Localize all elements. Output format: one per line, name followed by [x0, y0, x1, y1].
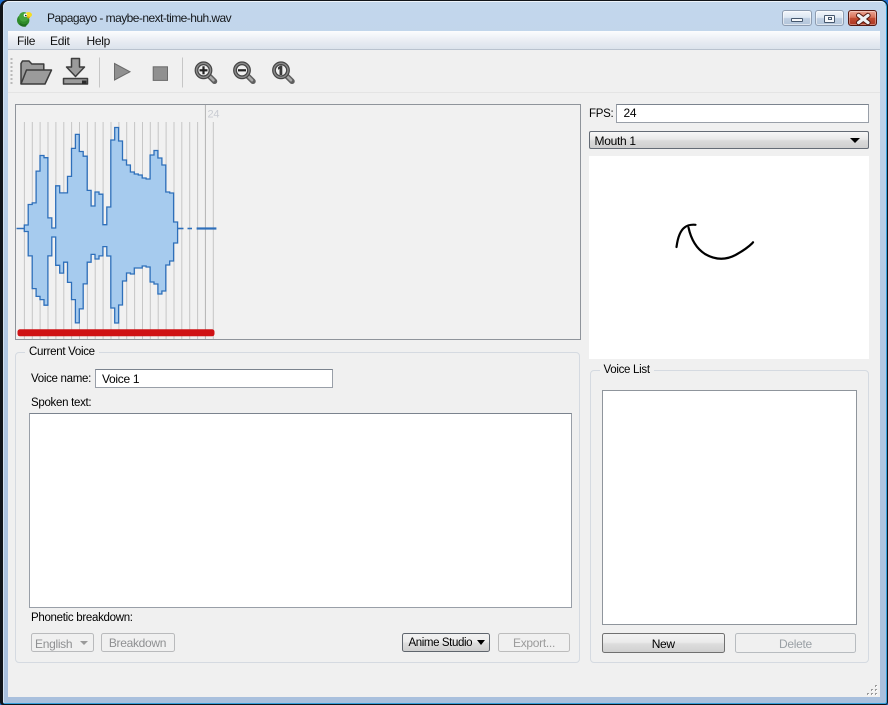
- svg-text:24: 24: [208, 109, 220, 121]
